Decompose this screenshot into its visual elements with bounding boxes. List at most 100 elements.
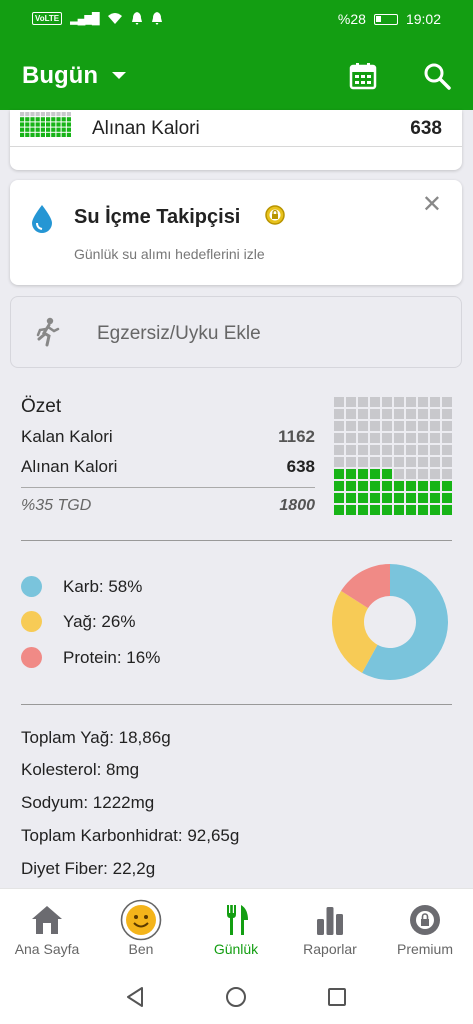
tab-diary[interactable]: Günlük [189,889,283,973]
waffle-cell [66,122,71,127]
add-exercise-sleep-button[interactable]: Egzersiz/Uyku Ekle [10,296,462,368]
waffle-cell [51,132,56,137]
waffle-cell [382,493,392,503]
waffle-cell [20,122,25,127]
waffle-cell [346,445,356,455]
water-tracker-card[interactable]: Su İçme Takipçisi Günlük su alımı hedefl… [10,180,462,285]
calendar-icon[interactable] [349,62,377,90]
waffle-cell [382,445,392,455]
waffle-cell [346,505,356,515]
waffle-cell [358,433,368,443]
calorie-waffle-icon [20,112,71,137]
waffle-cell [46,122,51,127]
waffle-cell [20,117,25,122]
waffle-cell [334,481,344,491]
waffle-cell [430,493,440,503]
system-nav-bar [0,972,473,1024]
divider [10,146,462,147]
tab-home[interactable]: Ana Sayfa [0,889,94,973]
waffle-cell [418,433,428,443]
waffle-cell [442,433,452,443]
waffle-cell [346,493,356,503]
waffle-cell [430,457,440,467]
waffle-cell [382,433,392,443]
waffle-cell [334,457,344,467]
waffle-cell [394,397,404,407]
tab-me[interactable]: Ben [94,889,188,973]
waffle-cell [394,433,404,443]
waffle-cell [25,122,30,127]
tgd-value: 1800 [279,497,315,514]
nutrient-cholesterol: Kolesterol: 8mg [21,760,140,779]
waffle-cell [334,505,344,515]
home-icon [32,906,62,934]
waffle-cell [370,409,380,419]
waffle-cell [442,397,452,407]
waffle-cell [370,445,380,455]
waffle-cell [430,481,440,491]
tab-reports[interactable]: Raporlar [283,889,377,973]
waffle-cell [334,421,344,431]
legend-dot [21,576,42,597]
water-tracker-subtitle: Günlük su alımı hedeflerini izle [74,246,265,262]
waffle-cell [382,421,392,431]
legend-dot [21,647,42,668]
waffle-cell [370,397,380,407]
waffle-cell [35,122,40,127]
waffle-cell [40,127,45,132]
volte-indicator: VoLTE [32,11,63,25]
waffle-cell [346,481,356,491]
consumed-calories-card[interactable]: Alınan Kalori 638 [10,110,462,170]
waffle-cell [430,505,440,515]
tab-premium[interactable]: Premium [378,889,472,973]
waffle-cell [430,469,440,479]
waffle-cell [370,481,380,491]
app-bar: Bugün [0,40,473,110]
macro-label: Yağ: 26% [63,611,136,631]
macro-label: Protein: 16% [63,647,161,667]
back-icon[interactable] [124,986,146,1008]
close-icon[interactable]: ✕ [422,190,442,219]
tab-label: Premium [396,941,453,957]
waffle-cell [334,409,344,419]
waffle-cell [40,122,45,127]
waffle-cell [30,132,35,137]
consumed-calories-value: 638 [410,118,442,139]
search-icon[interactable] [423,62,451,90]
divider [21,704,452,705]
waffle-cell [358,469,368,479]
waffle-cell [51,117,56,122]
fork-knife-icon [227,905,248,935]
waffle-cell [25,117,30,122]
waffle-cell [51,127,56,132]
dropdown-caret-icon[interactable] [112,72,126,79]
battery-icon [373,13,398,25]
waffle-cell [394,505,404,515]
date-title[interactable]: Bugün [22,62,98,90]
waffle-cell [51,112,56,117]
home-circle-icon[interactable] [225,986,247,1008]
waffle-cell [25,132,30,137]
waffle-cell [40,112,45,117]
waffle-cell [56,117,61,122]
waffle-cell [334,433,344,443]
waffle-cell [370,493,380,503]
waffle-cell [20,112,25,117]
waffle-cell [430,445,440,455]
waffle-cell [442,481,452,491]
waffle-cell [20,132,25,137]
waffle-cell [334,469,344,479]
waffle-cell [56,122,61,127]
wifi-icon [107,13,122,24]
waffle-cell [46,127,51,132]
macro-protein: Protein: 16% [21,647,160,668]
waffle-cell [30,122,35,127]
waffle-cell [418,481,428,491]
waffle-cell [61,112,66,117]
waffle-cell [418,493,428,503]
waffle-cell [418,397,428,407]
nutrient-dietary-fiber: Diyet Fiber: 22,2g [21,859,156,878]
waffle-cell [418,469,428,479]
premium-lock-icon [265,205,285,225]
recents-icon[interactable] [326,986,348,1008]
